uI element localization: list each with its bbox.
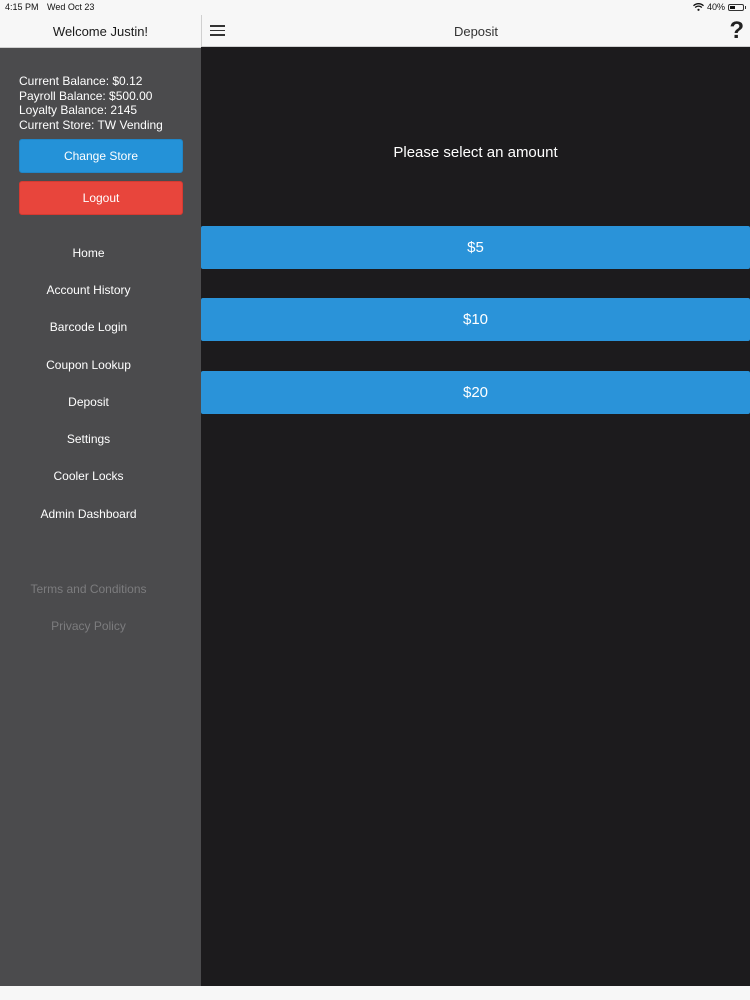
battery-icon xyxy=(728,3,746,11)
legal-links: Terms and Conditions Privacy Policy xyxy=(0,570,177,645)
privacy-link[interactable]: Privacy Policy xyxy=(0,608,177,646)
current-store: Current Store: TW Vending xyxy=(19,117,163,132)
sidebar-item-account-history[interactable]: Account History xyxy=(0,271,177,308)
battery-percent: 40% xyxy=(706,2,725,12)
sidebar-item-coupon-lookup[interactable]: Coupon Lookup xyxy=(0,346,177,383)
main-content: Please select an amount $5 $10 $20 xyxy=(201,47,750,986)
loyalty-balance: Loyalty Balance: 2145 xyxy=(19,103,138,118)
status-bar: 4:15 PM Wed Oct 23 40% xyxy=(0,0,750,15)
balance-info: Current Balance: $0.12 Payroll Balance: … xyxy=(19,74,163,132)
amount-button-20[interactable]: $20 xyxy=(201,371,750,414)
logout-button[interactable]: Logout xyxy=(19,181,183,215)
amount-button-5[interactable]: $5 xyxy=(201,226,750,269)
current-balance: Current Balance: $0.12 xyxy=(19,74,143,88)
sidebar: Welcome Justin! Current Balance: $0.12 P… xyxy=(0,15,201,986)
welcome-text: Welcome Justin! xyxy=(52,23,149,39)
amount-button-10[interactable]: $10 xyxy=(201,298,750,341)
help-icon[interactable]: ? xyxy=(729,17,744,45)
main-header: Deposit ? xyxy=(201,15,750,47)
bottom-strip xyxy=(0,986,750,1000)
sidebar-header: Welcome Justin! xyxy=(0,15,201,48)
status-date: Wed Oct 23 xyxy=(47,2,95,12)
sidebar-item-deposit[interactable]: Deposit xyxy=(0,383,177,420)
terms-link[interactable]: Terms and Conditions xyxy=(0,570,177,608)
change-store-button[interactable]: Change Store xyxy=(19,139,183,173)
sidebar-item-admin-dashboard[interactable]: Admin Dashboard xyxy=(0,495,177,532)
status-right: 40% xyxy=(693,2,746,12)
wifi-icon xyxy=(693,3,704,11)
status-time: 4:15 PM xyxy=(5,2,39,12)
sidebar-item-barcode-login[interactable]: Barcode Login xyxy=(0,309,177,346)
payroll-balance: Payroll Balance: $500.00 xyxy=(19,88,153,103)
sidebar-item-home[interactable]: Home xyxy=(0,234,177,271)
sidebar-nav: Home Account History Barcode Login Coupo… xyxy=(0,234,177,532)
page-title: Deposit xyxy=(453,23,499,39)
sidebar-item-cooler-locks[interactable]: Cooler Locks xyxy=(0,458,177,495)
sidebar-item-settings[interactable]: Settings xyxy=(0,420,177,457)
amount-prompt: Please select an amount xyxy=(393,144,558,161)
